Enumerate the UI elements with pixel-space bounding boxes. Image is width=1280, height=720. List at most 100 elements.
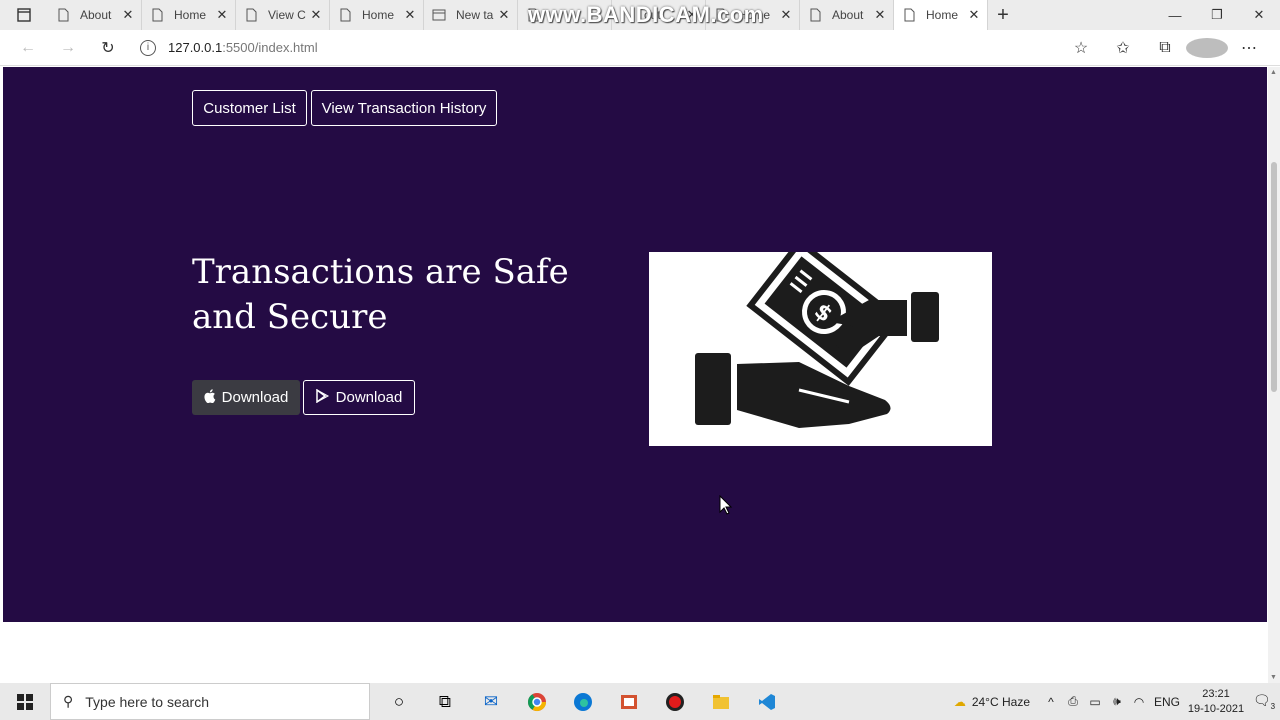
toolbar-actions: ☆ ✩ ⧉ ⋯ [1060, 30, 1270, 66]
close-icon[interactable]: ✕ [121, 7, 135, 23]
scroll-up-icon[interactable]: ▲ [1270, 69, 1277, 76]
tab-label: Home [926, 8, 959, 22]
mouse-cursor-icon [719, 494, 733, 520]
cortana-icon[interactable]: ○ [376, 683, 422, 720]
notification-center-icon[interactable]: 🗨3 [1248, 692, 1280, 711]
restore-icon[interactable]: ❐ [1196, 0, 1238, 30]
page-icon [150, 8, 164, 22]
tab-label: About [80, 8, 112, 22]
hero-title: Transactions are Safe and Secure [192, 252, 569, 337]
page-viewport: Customer List View Transaction History T… [0, 67, 1268, 683]
new-tab-button[interactable]: + [988, 0, 1018, 30]
hand-money-icon: $ [649, 238, 992, 446]
avatar [1186, 38, 1228, 58]
close-icon[interactable]: ✕ [873, 7, 887, 23]
address-field[interactable]: i 127.0.0.1:5500/index.html [140, 39, 318, 56]
back-icon[interactable]: ← [8, 30, 48, 66]
taskbar-search-input[interactable]: ⚲ Type here to search [50, 683, 370, 720]
clock-time: 23:21 [1202, 687, 1230, 700]
browser-tab-active[interactable]: Home ✕ [894, 0, 988, 30]
tab-actions-menu-icon[interactable] [0, 0, 48, 30]
window-controls: — ❐ ✕ [1154, 0, 1280, 30]
scrollbar-thumb[interactable] [1271, 162, 1277, 392]
weather-text: 24°C Haze [971, 694, 1030, 709]
chevron-up-icon[interactable]: ^ [1040, 695, 1062, 709]
add-favorite-icon[interactable]: ☆ [1060, 38, 1102, 58]
browser-tab[interactable]: About ✕ [48, 0, 142, 30]
recording-watermark: www.BANDICAM.com [528, 2, 764, 27]
meet-now-icon[interactable]: ⎙ [1062, 694, 1084, 709]
language-indicator[interactable]: ENG [1150, 695, 1184, 709]
tab-label: View C [268, 8, 306, 22]
hero-section: Customer List View Transaction History T… [3, 67, 1267, 622]
close-icon[interactable]: ✕ [215, 7, 229, 23]
windows-logo-icon [17, 693, 33, 710]
address-toolbar: ← → ↻ i 127.0.0.1:5500/index.html ☆ ✩ ⧉ … [0, 30, 1280, 66]
browser-tab[interactable]: View C ✕ [236, 0, 330, 30]
page-icon [808, 8, 822, 22]
weather-widget[interactable]: ☁ 24°C Haze [954, 695, 1030, 709]
browser-tab[interactable]: Home ✕ [142, 0, 236, 30]
favorites-icon[interactable]: ✩ [1102, 38, 1144, 58]
url-path: :5500/index.html [222, 40, 318, 55]
collections-icon[interactable]: ⧉ [1144, 39, 1186, 57]
tab-label: Home [362, 8, 395, 22]
close-icon[interactable]: ✕ [497, 7, 511, 23]
page-icon [56, 8, 70, 22]
newtab-icon [432, 8, 446, 22]
download-play-button[interactable]: Download [303, 380, 415, 415]
apple-icon [204, 388, 216, 407]
chrome-icon[interactable] [514, 683, 560, 720]
download-play-label: Download [335, 389, 403, 406]
windows-taskbar: ⚲ Type here to search ○ ⧉ ✉ ☁ 24°C Haze … [0, 683, 1280, 720]
view-transaction-history-button[interactable]: View Transaction History [311, 90, 497, 126]
vscode-icon[interactable] [744, 683, 790, 720]
bandicam-record-icon[interactable] [652, 683, 698, 720]
volume-icon[interactable]: 🕪 [1106, 694, 1128, 709]
page-scrollbar[interactable]: ▲ ▼ [1268, 67, 1280, 683]
task-view-icon[interactable]: ⧉ [422, 683, 468, 720]
clock[interactable]: 23:21 19-10-2021 [1184, 687, 1248, 717]
close-icon[interactable]: ✕ [779, 7, 793, 23]
close-icon[interactable]: ✕ [309, 7, 323, 23]
file-explorer-icon[interactable] [698, 683, 744, 720]
clock-date: 19-10-2021 [1187, 702, 1245, 715]
close-window-icon[interactable]: ✕ [1238, 0, 1280, 30]
haze-icon: ☁ [953, 694, 966, 709]
page-icon [902, 8, 916, 22]
close-icon[interactable]: ✕ [967, 7, 981, 23]
scroll-down-icon[interactable]: ▼ [1270, 674, 1277, 681]
browser-tab[interactable]: New ta ✕ [424, 0, 518, 30]
download-apple-button[interactable]: Download [192, 380, 300, 415]
tab-label: About [832, 8, 864, 22]
download-apple-label: Download [221, 389, 289, 406]
notification-count: 3 [1270, 701, 1276, 711]
powerpoint-icon[interactable] [606, 683, 652, 720]
url-host: 127.0.0.1 [168, 40, 223, 55]
close-icon[interactable]: ✕ [403, 7, 417, 23]
customer-list-button[interactable]: Customer List [192, 90, 307, 126]
battery-icon[interactable]: ▭ [1084, 695, 1106, 709]
page-icon [338, 8, 352, 22]
search-placeholder: Type here to search [85, 693, 210, 710]
search-icon: ⚲ [63, 693, 74, 709]
mail-icon[interactable]: ✉ [468, 683, 514, 720]
more-menu-icon[interactable]: ⋯ [1228, 38, 1270, 58]
pinned-apps: ○ ⧉ ✉ [376, 683, 790, 720]
tab-label: Home [174, 8, 207, 22]
forward-icon[interactable]: → [48, 30, 88, 66]
tab-strip: About ✕ Home ✕ View C ✕ Home ✕ New ta ✕ … [0, 0, 1280, 30]
page-icon [244, 8, 258, 22]
play-store-icon [315, 388, 330, 407]
refresh-icon[interactable]: ↻ [88, 30, 128, 66]
browser-tab[interactable]: About ✕ [800, 0, 894, 30]
edge-icon[interactable] [560, 683, 606, 720]
minimize-icon[interactable]: — [1154, 0, 1196, 30]
tab-label: New ta [456, 8, 494, 22]
info-icon[interactable]: i [140, 39, 156, 56]
wifi-icon[interactable]: ◠ [1128, 695, 1150, 709]
profile-avatar[interactable] [1186, 38, 1228, 58]
browser-tab[interactable]: Home ✕ [330, 0, 424, 30]
system-tray: ☁ 24°C Haze ^ ⎙ ▭ 🕪 ◠ ENG 23:21 19-10-20… [954, 683, 1280, 720]
start-button[interactable] [0, 683, 50, 720]
